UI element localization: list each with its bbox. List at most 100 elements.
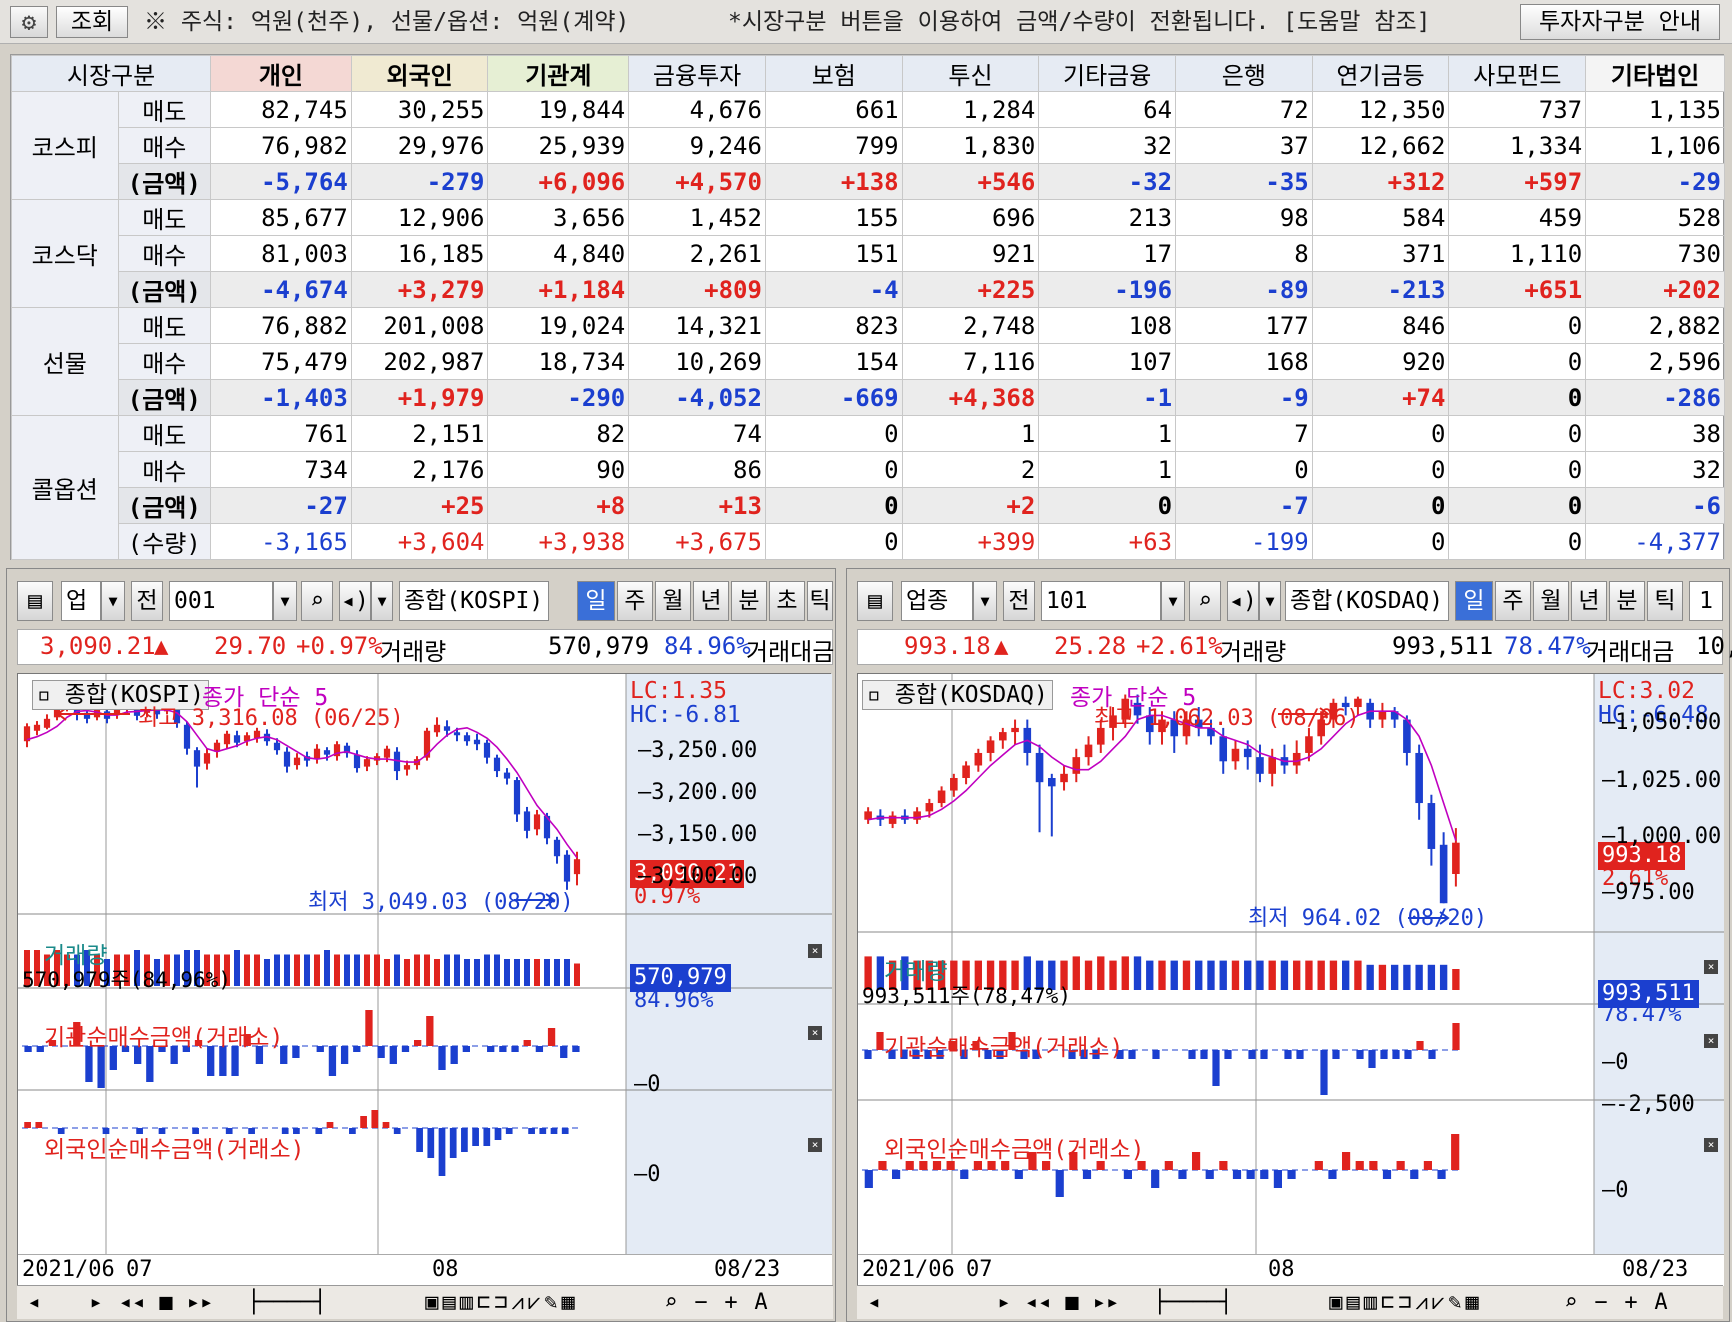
stop-icon[interactable]: ■ bbox=[1057, 1289, 1087, 1317]
row-label: 매수 bbox=[117, 235, 212, 272]
period-minute-button[interactable]: 분 bbox=[731, 581, 767, 621]
prev-button[interactable]: 전 bbox=[131, 581, 163, 621]
period-week-button[interactable]: 주 bbox=[1495, 581, 1531, 621]
period-second-button[interactable]: 초 bbox=[769, 581, 805, 621]
close-icon[interactable]: × bbox=[1704, 960, 1718, 974]
zoom-slider[interactable]: ├────┤ bbox=[227, 1289, 347, 1317]
stop-icon[interactable]: ■ bbox=[151, 1289, 181, 1317]
period-day-button[interactable]: 일 bbox=[1455, 581, 1493, 621]
column-header[interactable]: 보험 bbox=[764, 55, 903, 92]
search-icon[interactable]: ⌕ bbox=[301, 581, 333, 621]
table-cell: 3,656 bbox=[487, 199, 630, 236]
period-tick-button[interactable]: 틱 bbox=[807, 581, 833, 621]
table-cell: 371 bbox=[1311, 235, 1450, 272]
period-day-button[interactable]: 일 bbox=[577, 581, 615, 621]
play-icon[interactable]: ▸ bbox=[83, 1289, 109, 1317]
column-header[interactable]: 연기금등 bbox=[1311, 55, 1450, 92]
table-cell: 0 bbox=[1448, 307, 1587, 344]
magnifier-icon[interactable]: ⌕ bbox=[657, 1289, 685, 1317]
volume-bar bbox=[1256, 960, 1264, 990]
foreign-bar bbox=[1192, 1152, 1201, 1170]
kospi-chart-area[interactable]: ▫ 종합(KOSPI) 종가 단순 5 LC:1.35 HC:-6.81 최고 … bbox=[17, 673, 832, 1286]
query-button[interactable]: 조회 bbox=[56, 6, 128, 38]
font-icon[interactable]: A bbox=[1647, 1289, 1675, 1317]
rewind-icon[interactable]: ◂◂ bbox=[1023, 1289, 1053, 1317]
magnifier-icon[interactable]: ⌕ bbox=[1557, 1289, 1585, 1317]
close-icon[interactable]: × bbox=[808, 944, 822, 958]
rewind-icon[interactable]: ◂◂ bbox=[117, 1289, 147, 1317]
kosdaq-chart-area[interactable]: ▫ 종합(KOSDAQ) 종가 단순 5 LC:3.02 HC:-6.48 최고… bbox=[857, 673, 1724, 1286]
zoom-in-icon[interactable]: + bbox=[1617, 1289, 1645, 1317]
code-input[interactable]: 101 bbox=[1041, 581, 1161, 621]
tick-count-input[interactable]: 1 bbox=[1689, 581, 1723, 621]
chevron-down-icon[interactable]: ▾ bbox=[1259, 581, 1281, 621]
period-week-button[interactable]: 주 bbox=[617, 581, 653, 621]
speaker-icon[interactable]: ◂) bbox=[1227, 581, 1259, 621]
table-cell: 76,982 bbox=[210, 127, 352, 164]
close-icon[interactable]: × bbox=[1704, 1138, 1718, 1152]
chevron-down-icon[interactable]: ▾ bbox=[1161, 581, 1185, 621]
period-tick-button[interactable]: 틱 bbox=[1647, 581, 1683, 621]
close-icon[interactable]: × bbox=[808, 1138, 822, 1152]
period-minute-button[interactable]: 분 bbox=[1609, 581, 1645, 621]
scroll-left-icon[interactable]: ◂ bbox=[21, 1289, 47, 1317]
sector-select[interactable]: 업 bbox=[61, 581, 101, 621]
prev-button[interactable]: 전 bbox=[1003, 581, 1035, 621]
index-name-field: 종합(KOSPI) bbox=[399, 581, 549, 621]
investor-guide-button[interactable]: 투자자구분 안내 bbox=[1520, 4, 1720, 40]
code-input[interactable]: 001 bbox=[169, 581, 273, 621]
zoom-slider[interactable]: ├────┤ bbox=[1133, 1289, 1253, 1317]
play-icon[interactable]: ▸ bbox=[991, 1289, 1017, 1317]
drawing-tools-icon[interactable]: ▣▤▥⊏⊐⩘⩗✎▦ bbox=[357, 1289, 647, 1317]
table-cell: -9 bbox=[1175, 379, 1313, 416]
table-cell: 921 bbox=[901, 235, 1040, 272]
zoom-in-icon[interactable]: + bbox=[717, 1289, 745, 1317]
zoom-out-icon[interactable]: − bbox=[1587, 1289, 1615, 1317]
table-cell: +3,279 bbox=[350, 271, 489, 308]
chevron-down-icon[interactable]: ▾ bbox=[371, 581, 393, 621]
column-header[interactable]: 기타금융 bbox=[1038, 55, 1177, 92]
zoom-out-icon[interactable]: − bbox=[687, 1289, 715, 1317]
table-cell: 107 bbox=[1038, 343, 1177, 380]
scroll-left-icon[interactable]: ◂ bbox=[861, 1289, 887, 1317]
table-header-row: 시장구분 개인 외국인 기관계 금융투자 보험 투신 기타금융 은행 연기금등 사모펀드 기타법인 bbox=[10, 55, 1725, 92]
drawing-tools-icon[interactable]: ▣▤▥⊏⊐⩘⩗✎▦ bbox=[1261, 1289, 1551, 1317]
panel-menu-icon[interactable]: ▤ bbox=[17, 581, 53, 621]
column-header[interactable]: 외국인 bbox=[350, 55, 489, 92]
table-cell: -7 bbox=[1175, 487, 1313, 524]
chevron-down-icon[interactable]: ▾ bbox=[101, 581, 125, 621]
market-name: 선물 bbox=[11, 307, 119, 416]
gear-icon[interactable]: ⚙ bbox=[10, 6, 48, 38]
fast-forward-icon[interactable]: ▸▸ bbox=[1091, 1289, 1121, 1317]
period-month-button[interactable]: 월 bbox=[655, 581, 691, 621]
panel-menu-icon[interactable]: ▤ bbox=[857, 581, 893, 621]
close-icon[interactable]: × bbox=[808, 1026, 822, 1040]
search-icon[interactable]: ⌕ bbox=[1189, 581, 1221, 621]
table-cell: 846 bbox=[1311, 307, 1450, 344]
column-header[interactable]: 기관계 bbox=[487, 55, 630, 92]
volume-bar bbox=[1342, 960, 1350, 990]
font-icon[interactable]: A bbox=[747, 1289, 775, 1317]
column-header[interactable]: 시장구분 bbox=[10, 55, 212, 92]
sector-select[interactable]: 업종 bbox=[901, 581, 973, 621]
period-year-button[interactable]: 년 bbox=[1571, 581, 1607, 621]
period-month-button[interactable]: 월 bbox=[1533, 581, 1569, 621]
table-cell: 734 bbox=[210, 451, 352, 488]
fast-forward-icon[interactable]: ▸▸ bbox=[185, 1289, 215, 1317]
column-header[interactable]: 기타법인 bbox=[1585, 55, 1725, 92]
column-header[interactable]: 은행 bbox=[1175, 55, 1313, 92]
institution-bar bbox=[1416, 1041, 1424, 1050]
column-header[interactable]: 투신 bbox=[901, 55, 1040, 92]
speaker-icon[interactable]: ◂) bbox=[339, 581, 371, 621]
table-cell: 1,110 bbox=[1448, 235, 1587, 272]
table-cell: -32 bbox=[1038, 163, 1177, 200]
period-year-button[interactable]: 년 bbox=[693, 581, 729, 621]
chevron-down-icon[interactable]: ▾ bbox=[973, 581, 997, 621]
chevron-down-icon[interactable]: ▾ bbox=[273, 581, 297, 621]
column-header[interactable]: 개인 bbox=[210, 55, 352, 92]
volume-bar bbox=[1231, 960, 1240, 990]
column-header[interactable]: 금융투자 bbox=[628, 55, 766, 92]
volume-bar bbox=[1097, 956, 1105, 990]
column-header[interactable]: 사모펀드 bbox=[1448, 55, 1587, 92]
close-icon[interactable]: × bbox=[1704, 1034, 1718, 1048]
